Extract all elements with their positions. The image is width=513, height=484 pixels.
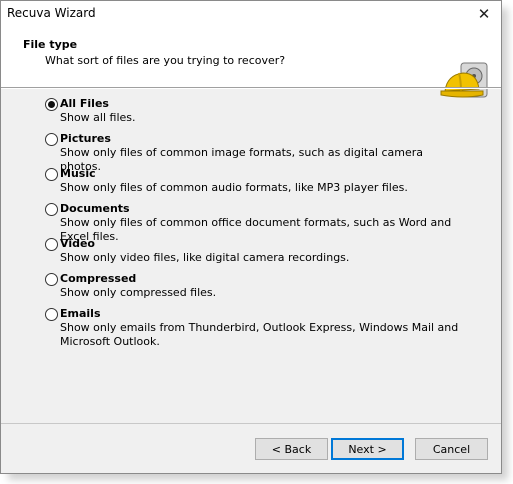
- option-description: Show only emails from Thunderbird, Outlo…: [60, 321, 459, 348]
- option-pictures[interactable]: Pictures Show only files of common image…: [45, 132, 485, 173]
- next-button[interactable]: Next >: [331, 438, 404, 460]
- option-all-files[interactable]: All Files Show all files.: [45, 97, 485, 132]
- close-icon: ✕: [477, 5, 491, 23]
- footer-divider: [1, 423, 501, 424]
- option-video[interactable]: Video Show only video files, like digita…: [45, 237, 485, 272]
- close-button[interactable]: ✕: [467, 1, 501, 27]
- option-label: Emails: [60, 307, 101, 320]
- radio-button[interactable]: [45, 203, 58, 216]
- option-description: Show only compressed files.: [60, 286, 217, 299]
- option-label: Music: [60, 167, 96, 180]
- option-emails[interactable]: Emails Show only emails from Thunderbird…: [45, 307, 485, 348]
- option-label: All Files: [60, 97, 109, 110]
- option-documents[interactable]: Documents Show only files of common offi…: [45, 202, 485, 243]
- recuva-wizard-window: Recuva Wizard ✕ File type What sort of f…: [0, 0, 502, 474]
- option-label: Pictures: [60, 132, 111, 145]
- page-title: File type: [23, 38, 78, 51]
- option-label: Video: [60, 237, 95, 250]
- wizard-header: File type What sort of files are you try…: [1, 27, 501, 98]
- option-description: Show only files of common audio formats,…: [60, 181, 408, 194]
- option-label: Compressed: [60, 272, 137, 285]
- radio-button[interactable]: [45, 133, 58, 146]
- cancel-button[interactable]: Cancel: [415, 438, 488, 460]
- option-music[interactable]: Music Show only files of common audio fo…: [45, 167, 485, 202]
- header-divider: [1, 87, 501, 89]
- radio-button[interactable]: [45, 168, 58, 181]
- radio-button[interactable]: [45, 308, 58, 321]
- option-description: Show all files.: [60, 111, 136, 124]
- file-type-options: All Files Show all files. Pictures Show …: [45, 97, 485, 348]
- radio-button[interactable]: [45, 273, 58, 286]
- back-button[interactable]: < Back: [255, 438, 328, 460]
- page-subtitle: What sort of files are you trying to rec…: [45, 54, 286, 67]
- option-description: Show only video files, like digital came…: [60, 251, 350, 264]
- radio-button[interactable]: [45, 98, 58, 111]
- title-bar[interactable]: Recuva Wizard ✕: [1, 1, 501, 27]
- option-compressed[interactable]: Compressed Show only compressed files.: [45, 272, 485, 307]
- window-title: Recuva Wizard: [7, 6, 96, 20]
- radio-button[interactable]: [45, 238, 58, 251]
- option-label: Documents: [60, 202, 130, 215]
